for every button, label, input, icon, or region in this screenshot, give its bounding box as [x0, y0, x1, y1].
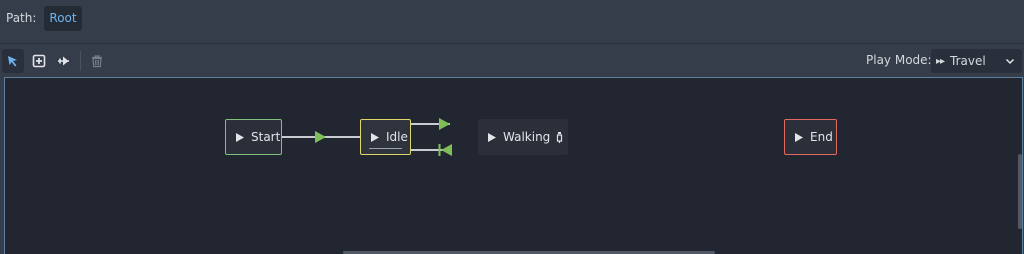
create-node-button[interactable]: [28, 49, 50, 73]
node-label: Start: [251, 130, 281, 144]
node-label: End: [810, 130, 833, 144]
state-machine-editor: Path: Root Play Mode: ▸▸ Travel Start Id…: [0, 0, 1024, 254]
path-root-button[interactable]: Root: [44, 5, 82, 31]
play-mode-label: Play Mode:: [866, 53, 932, 67]
chevron-down-icon: [1005, 58, 1015, 65]
path-label: Path:: [6, 11, 37, 25]
node-label: Idle: [386, 130, 408, 144]
state-node-walking[interactable]: Walking: [478, 119, 568, 155]
transition-links: [282, 118, 452, 156]
delete-button[interactable]: [86, 49, 108, 73]
transition-arrow-icon[interactable]: [315, 131, 326, 143]
play-icon[interactable]: [236, 132, 244, 142]
connect-icon: [58, 56, 69, 66]
toolbar-divider: [80, 51, 81, 71]
select-tool-button[interactable]: [2, 49, 24, 73]
play-mode-value: Travel: [950, 54, 986, 68]
node-label: Walking: [503, 130, 551, 144]
state-node-start[interactable]: Start: [225, 119, 282, 155]
vertical-scrollbar[interactable]: [1018, 154, 1022, 229]
play-icon[interactable]: [371, 132, 379, 142]
play-mode-select[interactable]: ▸▸ Travel: [931, 49, 1022, 73]
play-icon[interactable]: [795, 132, 803, 142]
divider: [0, 43, 1024, 44]
state-node-end[interactable]: End: [784, 119, 837, 155]
connect-tool-button[interactable]: [53, 49, 75, 73]
travel-mode-icon: ▸▸: [936, 55, 945, 67]
path-bar: Path: Root: [0, 0, 1024, 36]
state-node-idle[interactable]: Idle: [360, 119, 411, 155]
edit-icon[interactable]: [556, 131, 563, 143]
current-state-indicator: [369, 148, 402, 149]
trash-icon: [92, 55, 102, 68]
play-icon[interactable]: [488, 132, 496, 142]
transition-arrow-icon[interactable]: [439, 118, 450, 130]
transition-arrow-icon[interactable]: [441, 144, 452, 156]
graph-toolbar: Play Mode: ▸▸ Travel: [0, 47, 1024, 75]
pointer-arrow-icon: [8, 56, 17, 67]
add-node-icon: [32, 54, 46, 68]
state-graph-canvas[interactable]: Start Idle Walking End: [4, 77, 1023, 254]
